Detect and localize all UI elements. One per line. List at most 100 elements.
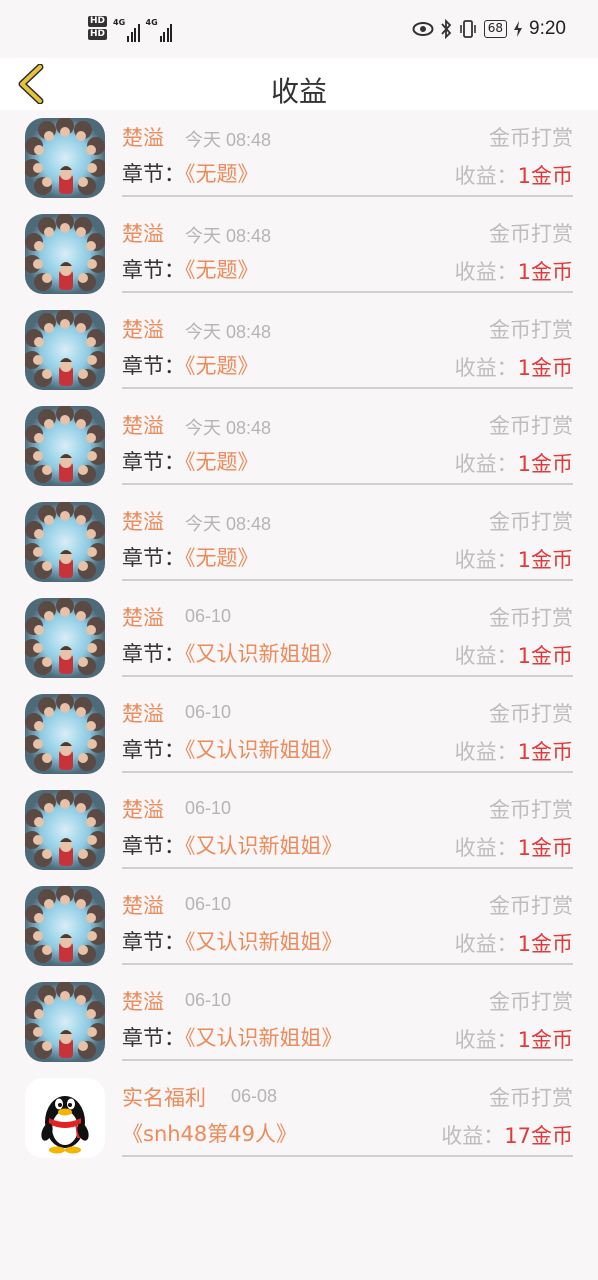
reward-type: 金币打赏 — [489, 702, 573, 726]
item-detail: 章节：《无题》 收益：1金币 — [122, 446, 573, 480]
earn-label: 收益： — [454, 452, 518, 476]
item-header: 楚溢 06-10 金币打赏 — [122, 602, 573, 632]
reward-type: 金币打赏 — [489, 990, 573, 1014]
item-time: 06-08 — [231, 1086, 278, 1106]
user-name[interactable]: 楚溢 — [122, 890, 164, 920]
earn-value: 1金币 — [517, 164, 573, 188]
avatar[interactable] — [25, 982, 105, 1062]
divider — [122, 579, 573, 581]
signal-group: HD HD 4G 4G — [88, 16, 173, 46]
item-header: 楚溢 06-10 金币打赏 — [122, 986, 573, 1016]
avatar[interactable] — [25, 1078, 105, 1158]
chapter-title[interactable]: 《snh48第49人》 — [122, 1122, 297, 1146]
earnings: 收益：1金币 — [455, 160, 573, 190]
chapter-title[interactable]: 《又认识新姐姐》 — [185, 1026, 343, 1050]
list-item[interactable]: 楚溢 06-10 金币打赏 章节：《又认识新姐姐》 收益：1金币 — [0, 590, 598, 686]
earnings-list: 楚溢 今天 08:48 金币打赏 章节：《无题》 收益：1金币 楚溢 今天 08… — [0, 110, 598, 1166]
avatar[interactable] — [25, 598, 105, 678]
chapter-title[interactable]: 《无题》 — [185, 450, 259, 474]
list-item[interactable]: 楚溢 06-10 金币打赏 章节：《又认识新姐姐》 收益：1金币 — [0, 782, 598, 878]
item-detail: 章节：《又认识新姐姐》 收益：1金币 — [122, 638, 573, 672]
item-detail: 章节：《又认识新姐姐》 收益：1金币 — [122, 1022, 573, 1056]
chapter-title[interactable]: 《无题》 — [185, 546, 259, 570]
item-time: 今天 08:48 — [185, 130, 272, 150]
list-item[interactable]: 楚溢 06-10 金币打赏 章节：《又认识新姐姐》 收益：1金币 — [0, 878, 598, 974]
item-header: 楚溢 06-10 金币打赏 — [122, 698, 573, 728]
divider — [122, 195, 573, 197]
earn-value: 1金币 — [517, 644, 573, 668]
item-detail: 章节：《无题》 收益：1金币 — [122, 542, 573, 576]
avatar[interactable] — [25, 310, 105, 390]
chapter-title[interactable]: 《无题》 — [185, 354, 259, 378]
avatar[interactable] — [25, 118, 105, 198]
item-time: 今天 08:48 — [185, 322, 272, 342]
divider — [122, 291, 573, 293]
user-name[interactable]: 楚溢 — [122, 986, 164, 1016]
avatar[interactable] — [25, 886, 105, 966]
item-header: 楚溢 今天 08:48 金币打赏 — [122, 314, 573, 344]
avatar[interactable] — [25, 790, 105, 870]
user-name[interactable]: 楚溢 — [122, 218, 164, 248]
list-item[interactable]: 楚溢 今天 08:48 金币打赏 章节：《无题》 收益：1金币 — [0, 206, 598, 302]
avatar[interactable] — [25, 502, 105, 582]
divider — [122, 483, 573, 485]
list-item[interactable]: 楚溢 今天 08:48 金币打赏 章节：《无题》 收益：1金币 — [0, 398, 598, 494]
item-time: 今天 08:48 — [185, 226, 272, 246]
avatar[interactable] — [25, 406, 105, 486]
list-item[interactable]: 实名福利 06-08 金币打赏 《snh48第49人》 收益：17金币 — [0, 1070, 598, 1166]
eye-icon — [412, 22, 434, 36]
divider — [122, 387, 573, 389]
item-time: 今天 08:48 — [185, 514, 272, 534]
item-time: 06-10 — [185, 798, 232, 818]
status-bar: HD HD 4G 4G 68 9:20 — [0, 0, 598, 58]
earn-value: 17金币 — [504, 1124, 573, 1148]
list-item[interactable]: 楚溢 06-10 金币打赏 章节：《又认识新姐姐》 收益：1金币 — [0, 974, 598, 1070]
user-name[interactable]: 实名福利 — [122, 1082, 206, 1112]
user-name[interactable]: 楚溢 — [122, 698, 164, 728]
chapter-title[interactable]: 《又认识新姐姐》 — [185, 738, 343, 762]
chapter-title[interactable]: 《又认识新姐姐》 — [185, 930, 343, 954]
user-name[interactable]: 楚溢 — [122, 602, 164, 632]
user-name[interactable]: 楚溢 — [122, 794, 164, 824]
clock: 9:20 — [529, 18, 566, 39]
list-item[interactable]: 楚溢 今天 08:48 金币打赏 章节：《无题》 收益：1金币 — [0, 302, 598, 398]
earnings: 收益：1金币 — [455, 544, 573, 574]
earn-label: 收益： — [441, 1124, 505, 1148]
chapter-label: 章节： — [122, 1026, 185, 1050]
chapter-label: 章节： — [122, 546, 185, 570]
chapter-label: 章节： — [122, 162, 185, 186]
earn-label: 收益： — [454, 548, 518, 572]
user-name[interactable]: 楚溢 — [122, 314, 164, 344]
earn-value: 1金币 — [517, 260, 573, 284]
list-item[interactable]: 楚溢 今天 08:48 金币打赏 章节：《无题》 收益：1金币 — [0, 494, 598, 590]
earn-label: 收益： — [454, 356, 518, 380]
earn-label: 收益： — [454, 1028, 518, 1052]
user-name[interactable]: 楚溢 — [122, 122, 164, 152]
reward-type: 金币打赏 — [489, 1086, 573, 1110]
list-item[interactable]: 楚溢 今天 08:48 金币打赏 章节：《无题》 收益：1金币 — [0, 110, 598, 206]
vibrate-icon — [459, 20, 476, 38]
user-name[interactable]: 楚溢 — [122, 410, 164, 440]
item-header: 楚溢 06-10 金币打赏 — [122, 890, 573, 920]
earnings: 收益：1金币 — [455, 352, 573, 382]
hd-badge-2: HD — [88, 29, 108, 40]
earn-value: 1金币 — [517, 356, 573, 380]
earn-value: 1金币 — [517, 932, 573, 956]
avatar[interactable] — [25, 694, 105, 774]
divider — [122, 963, 573, 965]
chapter-title[interactable]: 《又认识新姐姐》 — [185, 642, 343, 666]
list-item[interactable]: 楚溢 06-10 金币打赏 章节：《又认识新姐姐》 收益：1金币 — [0, 686, 598, 782]
chapter-title[interactable]: 《又认识新姐姐》 — [185, 834, 343, 858]
earnings: 收益：1金币 — [455, 448, 573, 478]
item-time: 06-10 — [185, 894, 232, 914]
chapter-title[interactable]: 《无题》 — [185, 162, 259, 186]
earn-label: 收益： — [454, 260, 518, 284]
reward-type: 金币打赏 — [489, 414, 573, 438]
avatar[interactable] — [25, 214, 105, 294]
item-detail: 章节：《无题》 收益：1金币 — [122, 158, 573, 192]
user-name[interactable]: 楚溢 — [122, 506, 164, 536]
item-time: 06-10 — [185, 990, 232, 1010]
chapter-title[interactable]: 《无题》 — [185, 258, 259, 282]
item-detail: 章节：《又认识新姐姐》 收益：1金币 — [122, 734, 573, 768]
item-header: 楚溢 今天 08:48 金币打赏 — [122, 122, 573, 152]
